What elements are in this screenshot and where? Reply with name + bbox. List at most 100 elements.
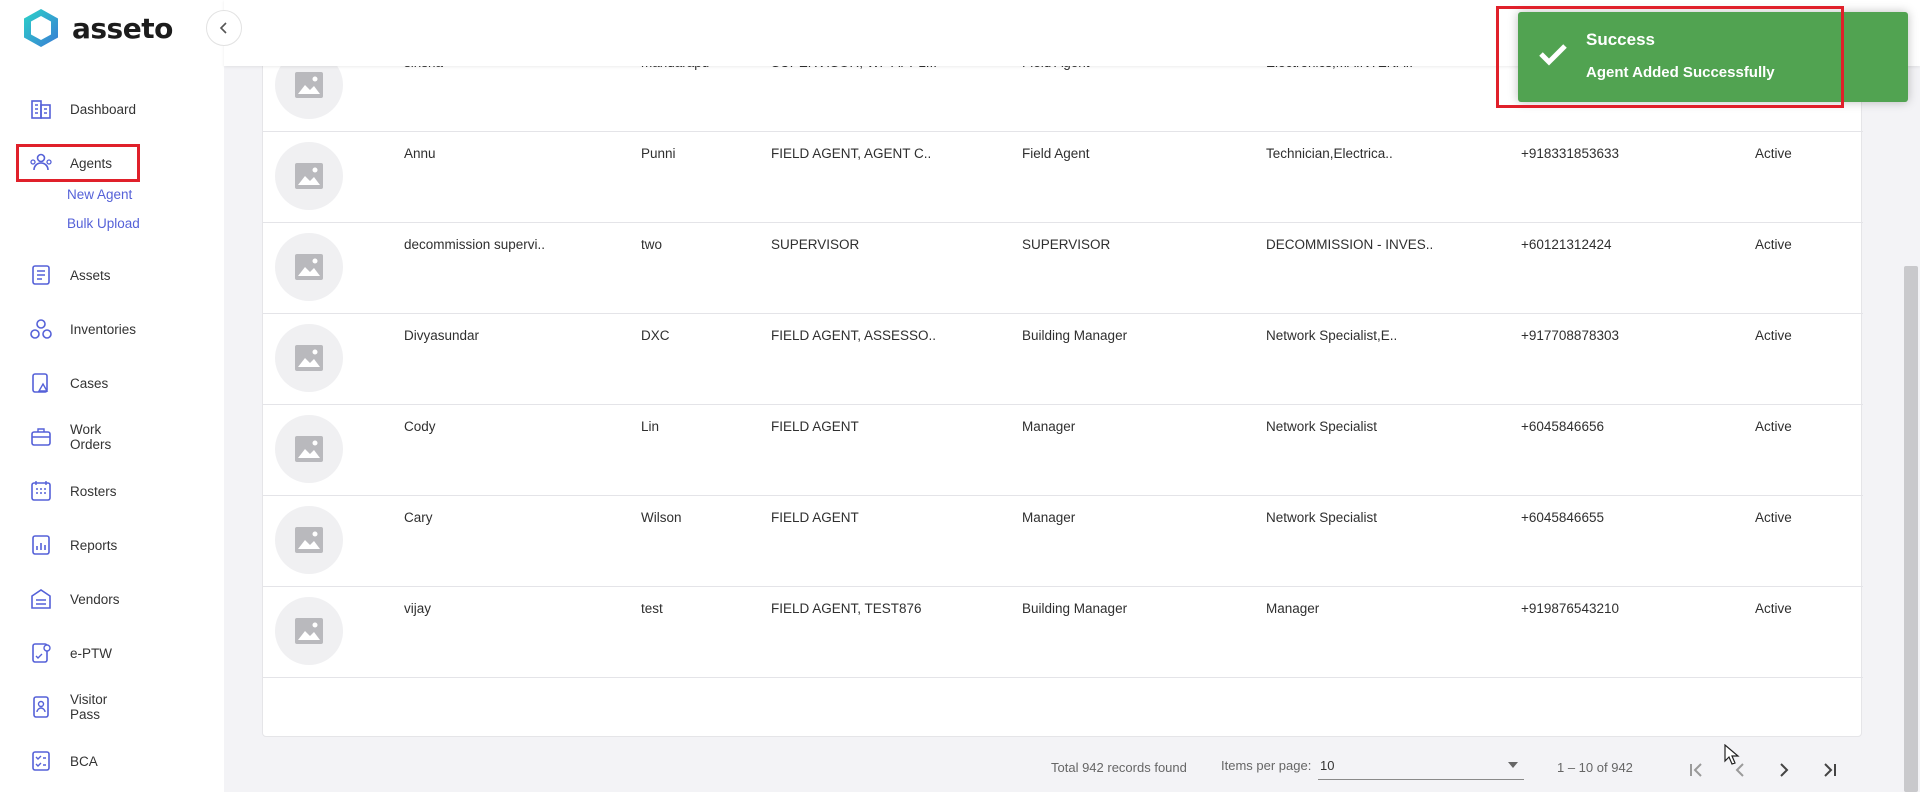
sidebar-item-rosters[interactable]: Rosters xyxy=(16,472,140,510)
skills-cell: Network Specialist xyxy=(1266,419,1378,434)
image-placeholder-icon xyxy=(295,436,323,462)
roles-cell: FIELD AGENT, TEST876 xyxy=(771,601,922,616)
work-orders-icon xyxy=(31,428,51,446)
sidebar-item-reports[interactable]: Reports xyxy=(16,526,140,564)
agents-table: sirishamandarapuSUPERVISOR, WP APPLI..Fi… xyxy=(262,0,1863,737)
table-row[interactable]: Cary Wilson FIELD AGENT Manager Network Spec… xyxy=(263,496,1863,587)
vendors-icon xyxy=(31,589,51,609)
avatar xyxy=(275,506,343,574)
sidebar-subitem-bulk-upload[interactable]: Bulk Upload xyxy=(67,216,140,231)
first-name-cell: Annu xyxy=(404,146,436,161)
agent-type-cell: SUPERVISOR xyxy=(1022,237,1111,252)
sidebar-item-assets[interactable]: Assets xyxy=(16,256,140,294)
sidebar-item-label: e-PTW xyxy=(70,645,112,661)
sidebar-item-label: Dashboard xyxy=(70,101,137,117)
chevron-left-icon xyxy=(219,22,227,34)
roles-cell: FIELD AGENT xyxy=(771,419,859,434)
first-name-cell: Cary xyxy=(404,510,433,525)
visitor-pass-icon xyxy=(33,696,49,718)
sidebar-subitem-new-agent[interactable]: New Agent xyxy=(67,187,132,202)
sidebar-item-label: Visitor Pass xyxy=(70,692,108,722)
first-name-cell: Cody xyxy=(404,419,436,434)
agent-type-cell: Manager xyxy=(1022,510,1076,525)
mouse-cursor-icon xyxy=(1724,744,1740,765)
sidebar-item-cases[interactable]: Cases xyxy=(16,364,140,402)
avatar xyxy=(275,324,343,392)
table-row[interactable]: Cody Lin FIELD AGENT Manager Network Special… xyxy=(263,405,1863,496)
agent-type-cell: Building Manager xyxy=(1022,328,1128,343)
rosters-icon xyxy=(31,481,51,501)
sidebar-collapse-button[interactable] xyxy=(206,10,242,46)
last-page-button[interactable] xyxy=(1816,756,1844,784)
skills-cell: DECOMMISSION - INVES.. xyxy=(1266,237,1434,252)
status-cell: Active xyxy=(1755,328,1792,343)
first-page-button[interactable] xyxy=(1682,756,1710,784)
items-per-page-select[interactable]: 10 xyxy=(1318,752,1524,780)
roles-cell: SUPERVISOR xyxy=(771,237,860,252)
image-placeholder-icon xyxy=(295,163,323,189)
phone-cell: +919876543210 xyxy=(1521,601,1619,616)
logo: asseto xyxy=(20,6,173,50)
sidebar-item-agents[interactable]: Agents xyxy=(16,144,140,182)
phone-cell: +6045846655 xyxy=(1521,510,1604,525)
image-placeholder-icon xyxy=(295,254,323,280)
agent-type-cell: Manager xyxy=(1022,419,1076,434)
table-row[interactable]: vijay test FIELD AGENT, TEST876 Building Ma… xyxy=(263,587,1863,678)
asseto-logo-icon xyxy=(24,9,58,47)
sidebar-item-bca[interactable]: BCA xyxy=(16,742,140,780)
image-placeholder-icon xyxy=(295,72,323,98)
skills-cell: Manager xyxy=(1266,601,1320,616)
toast-highlight-box xyxy=(1496,6,1844,108)
image-placeholder-icon xyxy=(295,527,323,553)
last-page-icon xyxy=(1824,763,1836,777)
sidebar-item-dashboard[interactable]: Dashboard xyxy=(16,90,140,128)
first-name-cell: Divyasundar xyxy=(404,328,480,343)
page-range-text: 1 – 10 of 942 xyxy=(1557,760,1633,775)
agent-type-cell: Field Agent xyxy=(1022,146,1090,161)
total-records-text: Total 942 records found xyxy=(1051,760,1187,775)
avatar xyxy=(275,142,343,210)
phone-cell: +918331853633 xyxy=(1521,146,1619,161)
last-name-cell: Lin xyxy=(641,419,660,434)
reports-icon xyxy=(32,535,50,555)
table-row[interactable]: decommission supervi.. two SUPERVISOR SUPER… xyxy=(263,223,1863,314)
status-cell: Active xyxy=(1755,146,1792,161)
sidebar-item-label: BCA xyxy=(70,753,98,769)
first-name-cell: vijay xyxy=(404,601,432,616)
sidebar-item-inventories[interactable]: Inventories xyxy=(16,310,140,348)
avatar xyxy=(275,415,343,483)
phone-cell: +917708878303 xyxy=(1521,328,1619,343)
skills-cell: Network Specialist,E.. xyxy=(1266,328,1398,343)
cases-icon xyxy=(32,373,49,393)
sidebar-item-visitor-pass[interactable]: Visitor Pass xyxy=(16,688,140,726)
next-page-button[interactable] xyxy=(1770,756,1798,784)
sidebar-item-vendors[interactable]: Vendors xyxy=(16,580,140,618)
roles-cell: FIELD AGENT xyxy=(771,510,859,525)
agents-icon xyxy=(30,153,52,171)
assets-icon xyxy=(32,265,50,285)
image-placeholder-icon xyxy=(295,618,323,644)
eptw-icon xyxy=(32,643,51,663)
sidebar-item-eptw[interactable]: e-PTW xyxy=(16,634,140,672)
phone-cell: +60121312424 xyxy=(1521,237,1612,252)
agent-type-cell: Building Manager xyxy=(1022,601,1128,616)
first-name-cell: decommission supervi.. xyxy=(404,237,546,252)
sidebar-item-label: Vendors xyxy=(70,591,120,607)
avatar xyxy=(275,597,343,665)
sidebar: asseto Dashboard Agents Assets Inventories C… xyxy=(0,0,224,792)
last-name-cell: Punni xyxy=(641,146,676,161)
last-name-cell: DXC xyxy=(641,328,670,343)
last-name-cell: test xyxy=(641,601,663,616)
caret-down-icon xyxy=(1508,762,1518,768)
status-cell: Active xyxy=(1755,237,1792,252)
table-row[interactable]: Annu Punni FIELD AGENT, AGENT C.. Field Age… xyxy=(263,132,1863,223)
bca-icon xyxy=(32,751,50,771)
image-placeholder-icon xyxy=(295,345,323,371)
scrollbar-thumb[interactable] xyxy=(1904,266,1918,792)
status-cell: Active xyxy=(1755,510,1792,525)
table-row[interactable]: Divyasundar DXC FIELD AGENT, ASSESSO.. Buil… xyxy=(263,314,1863,405)
sidebar-item-work-orders[interactable]: Work Orders xyxy=(16,418,140,456)
inventories-icon xyxy=(30,319,52,339)
dashboard-icon xyxy=(31,100,51,119)
sidebar-item-label: Work Orders xyxy=(70,422,112,452)
